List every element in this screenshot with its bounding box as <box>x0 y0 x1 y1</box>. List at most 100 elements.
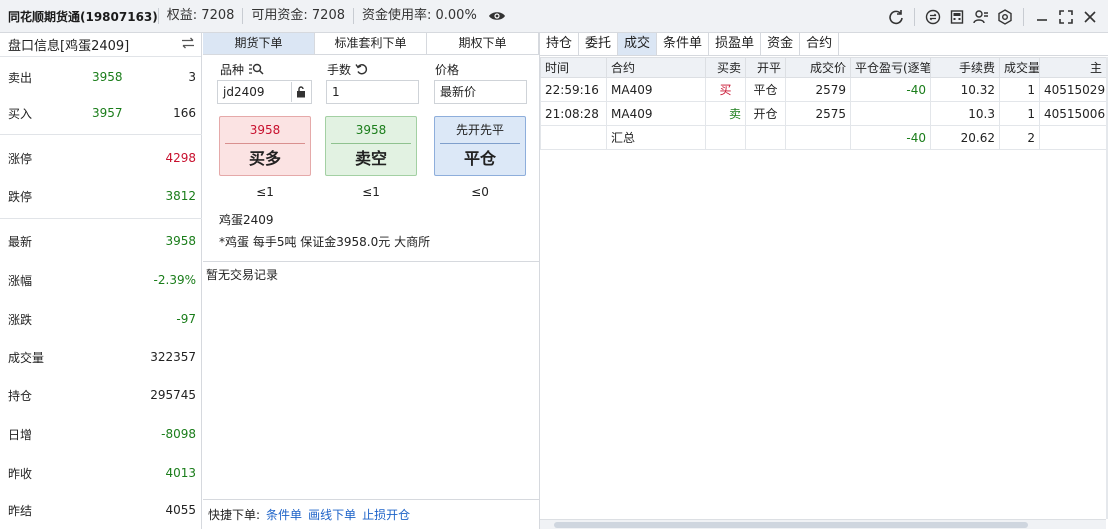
sell-short-button[interactable]: 3958 卖空 <box>325 116 417 176</box>
quote-value: -2.39% <box>153 273 196 287</box>
cell-volume: 1 <box>999 101 1040 126</box>
quote-value: -97 <box>176 312 196 326</box>
bid-row[interactable]: 买入 3957 166 <box>0 101 202 125</box>
ask-volume: 3 <box>188 70 196 84</box>
quote-label: 涨幅 <box>8 273 33 288</box>
cell-empty <box>705 125 746 150</box>
column-header[interactable]: 买卖 <box>705 57 746 78</box>
quote-row-limit-down: 跌停 3812 <box>0 184 202 208</box>
order-tabs: 期货下单 标准套利下单 期权下单 <box>203 33 539 55</box>
column-header[interactable]: 主 <box>1039 57 1107 78</box>
available-funds-readout: 可用资金: 7208 <box>242 8 353 24</box>
table-row[interactable]: 21:08:28 MA409 卖 开仓 2575 10.3 1 40515006… <box>540 101 1107 126</box>
contract-name: 鸡蛋2409 <box>219 213 274 227</box>
quantity-label: 手数 <box>327 61 369 78</box>
minimize-icon[interactable] <box>1030 5 1054 29</box>
close-position-button[interactable]: 先开先平 平仓 <box>434 116 526 176</box>
symbol-label: 品种 <box>220 61 264 78</box>
column-header[interactable]: 成交价 <box>785 57 851 78</box>
bid-volume: 166 <box>173 106 196 120</box>
scrollbar-thumb[interactable] <box>554 522 1028 528</box>
cell-empty <box>1039 125 1107 150</box>
cell-fee: 10.32 <box>930 77 1000 102</box>
quote-row-change: 涨跌 -97 <box>0 307 202 331</box>
tab-fills[interactable]: 成交 <box>618 33 658 55</box>
horizontal-scrollbar[interactable] <box>540 519 1106 529</box>
tab-orders[interactable]: 委托 <box>579 33 619 55</box>
quote-row-volume: 成交量 322357 <box>0 345 202 369</box>
quote-panel-title: 盘口信息[鸡蛋2409] <box>8 39 130 54</box>
quote-label: 昨结 <box>8 503 33 518</box>
quote-row-daily-change: 日增 -8098 <box>0 422 202 446</box>
swap-icon[interactable] <box>181 37 195 53</box>
quote-value: 3958 <box>165 234 196 248</box>
quote-row-open-interest: 持仓 295745 <box>0 383 202 407</box>
quote-label: 涨停 <box>8 151 33 166</box>
quote-label: 跌停 <box>8 189 33 204</box>
search-icon[interactable] <box>248 63 264 78</box>
buy-price: 3958 <box>249 123 281 137</box>
line-order-link[interactable]: 画线下单 <box>308 506 356 523</box>
column-header[interactable]: 时间 <box>540 57 607 78</box>
column-header[interactable]: 手续费 <box>930 57 1000 78</box>
tab-stop-orders[interactable]: 损盈单 <box>709 33 762 55</box>
cell-pnl: -40 <box>850 77 931 102</box>
app-title: 同花顺期货通(19807163) <box>8 9 158 24</box>
cell-side: 卖 <box>705 101 746 126</box>
table-total-row: 汇总 -40 20.62 2 <box>540 125 1107 150</box>
cell-open-close: 开仓 <box>745 101 786 126</box>
ask-row[interactable]: 卖出 3958 3 <box>0 65 202 89</box>
quote-value: 4055 <box>165 503 196 517</box>
order-panel: 期货下单 标准套利下单 期权下单 品种 手数 价格 jd2409 1 最新价 3… <box>203 33 540 529</box>
close-mode: 先开先平 <box>455 123 504 137</box>
maximize-icon[interactable] <box>1054 5 1078 29</box>
refresh-icon[interactable] <box>884 5 908 29</box>
calculator-icon[interactable] <box>945 5 969 29</box>
quick-order-label: 快捷下单: <box>208 508 261 522</box>
tab-options-order[interactable]: 期权下单 <box>427 33 539 54</box>
conditional-order-link[interactable]: 条件单 <box>266 506 302 523</box>
column-header[interactable]: 成交量 <box>999 57 1040 78</box>
column-header[interactable]: 开平 <box>745 57 786 78</box>
lock-icon[interactable] <box>291 82 309 102</box>
sell-limit: ≤1 <box>362 185 380 199</box>
equity-readout: 权益: 7208 <box>157 8 243 24</box>
table-row[interactable]: 22:59:16 MA409 买 平仓 2579 -40 10.32 1 405… <box>540 77 1107 102</box>
reset-icon[interactable] <box>355 63 369 78</box>
title-bar: 同花顺期货通(19807163) 权益: 7208 可用资金: 7208 资金使… <box>0 0 1108 33</box>
tab-arbitrage-order[interactable]: 标准套利下单 <box>315 33 427 54</box>
title-divider <box>914 7 915 26</box>
total-pnl: -40 <box>850 125 931 150</box>
user-list-icon[interactable] <box>969 5 993 29</box>
stop-loss-open-link[interactable]: 止损开仓 <box>362 506 410 523</box>
ask-label: 卖出 <box>8 70 33 85</box>
buy-limit: ≤1 <box>256 185 274 199</box>
close-limit: ≤0 <box>471 185 489 199</box>
price-input[interactable]: 最新价 <box>434 80 527 104</box>
tab-positions[interactable]: 持仓 <box>540 33 580 55</box>
quote-label: 日增 <box>8 427 33 442</box>
eye-icon[interactable] <box>485 4 509 28</box>
quote-divider <box>0 218 202 219</box>
quote-row-change-pct: 涨幅 -2.39% <box>0 268 202 292</box>
quote-value: 322357 <box>150 350 196 364</box>
symbol-input-value: jd2409 <box>223 85 265 99</box>
tab-conditional[interactable]: 条件单 <box>657 33 710 55</box>
tab-contracts[interactable]: 合约 <box>800 33 840 55</box>
cell-empty <box>745 125 786 150</box>
exchange-icon[interactable] <box>921 5 945 29</box>
settings-icon[interactable] <box>993 5 1017 29</box>
buy-long-button[interactable]: 3958 买多 <box>219 116 311 176</box>
quantity-input[interactable]: 1 <box>326 80 419 104</box>
column-header[interactable]: 平仓盈亏(逐笔 <box>850 57 931 78</box>
close-icon[interactable] <box>1078 5 1102 29</box>
quote-value: 4013 <box>165 466 196 480</box>
tab-futures-order[interactable]: 期货下单 <box>203 33 315 54</box>
column-header[interactable]: 合约 <box>606 57 706 78</box>
tab-funds[interactable]: 资金 <box>761 33 801 55</box>
quote-label: 成交量 <box>8 350 45 365</box>
price-label: 价格 <box>435 63 460 77</box>
cell-fee: 10.3 <box>930 101 1000 126</box>
cell-time: 22:59:16 <box>540 77 607 102</box>
symbol-input[interactable]: jd2409 <box>217 80 312 104</box>
